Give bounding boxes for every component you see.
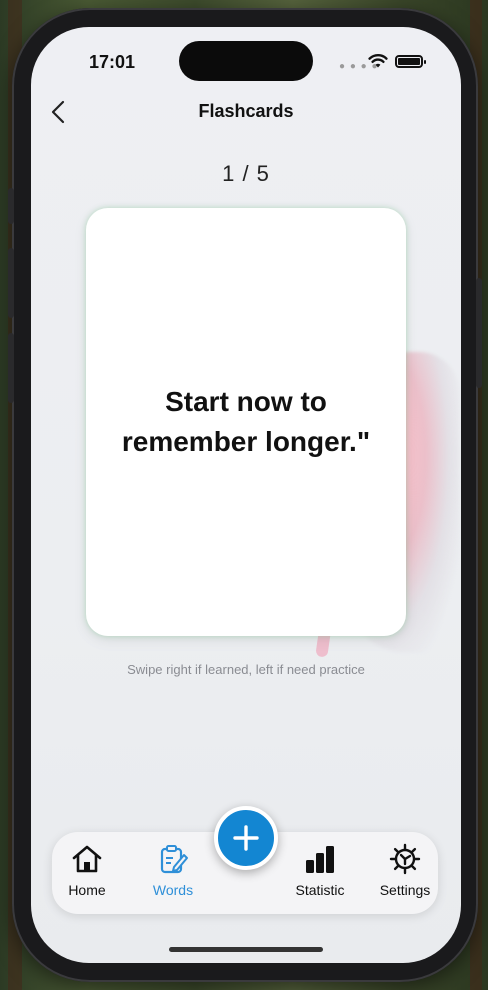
gear-icon (389, 843, 421, 875)
card-counter: 1 / 5 (222, 161, 270, 186)
tab-statistic-label: Statistic (295, 882, 345, 898)
tab-home-label: Home (68, 882, 106, 898)
tab-words-label: Words (152, 882, 194, 898)
bar-chart-icon (306, 846, 334, 873)
battery-icon (395, 55, 426, 68)
flashcard-text: Start now to remember longer." (121, 386, 371, 457)
flashcard[interactable]: Start now to remember longer." (86, 208, 406, 636)
status-bar: 17:01 ● ● ● ● (31, 41, 461, 81)
add-button[interactable] (214, 806, 278, 870)
tab-home[interactable]: Home (52, 842, 122, 906)
notepad-pencil-icon (160, 845, 188, 874)
wifi-icon (368, 54, 388, 68)
app-screen: 17:01 ● ● ● ● Flashcards 1 / 5 Start now… (31, 27, 461, 963)
volume-up-button (8, 248, 14, 318)
tab-settings[interactable]: Settings (370, 842, 440, 906)
home-indicator[interactable] (169, 947, 323, 952)
plus-icon (233, 825, 259, 851)
volume-down-button (8, 333, 14, 403)
tab-words[interactable]: Words (138, 842, 208, 906)
page-title: Flashcards (198, 101, 294, 121)
swipe-hint: Swipe right if learned, left if need pra… (127, 662, 365, 677)
navigation-bar: Flashcards (31, 97, 461, 127)
mute-switch (8, 188, 14, 224)
dynamic-island (179, 41, 313, 81)
tab-settings-label: Settings (379, 882, 431, 898)
tab-statistic[interactable]: Statistic (285, 842, 355, 906)
house-icon (72, 845, 102, 873)
power-button (476, 278, 482, 388)
status-time: 17:01 (89, 52, 136, 72)
